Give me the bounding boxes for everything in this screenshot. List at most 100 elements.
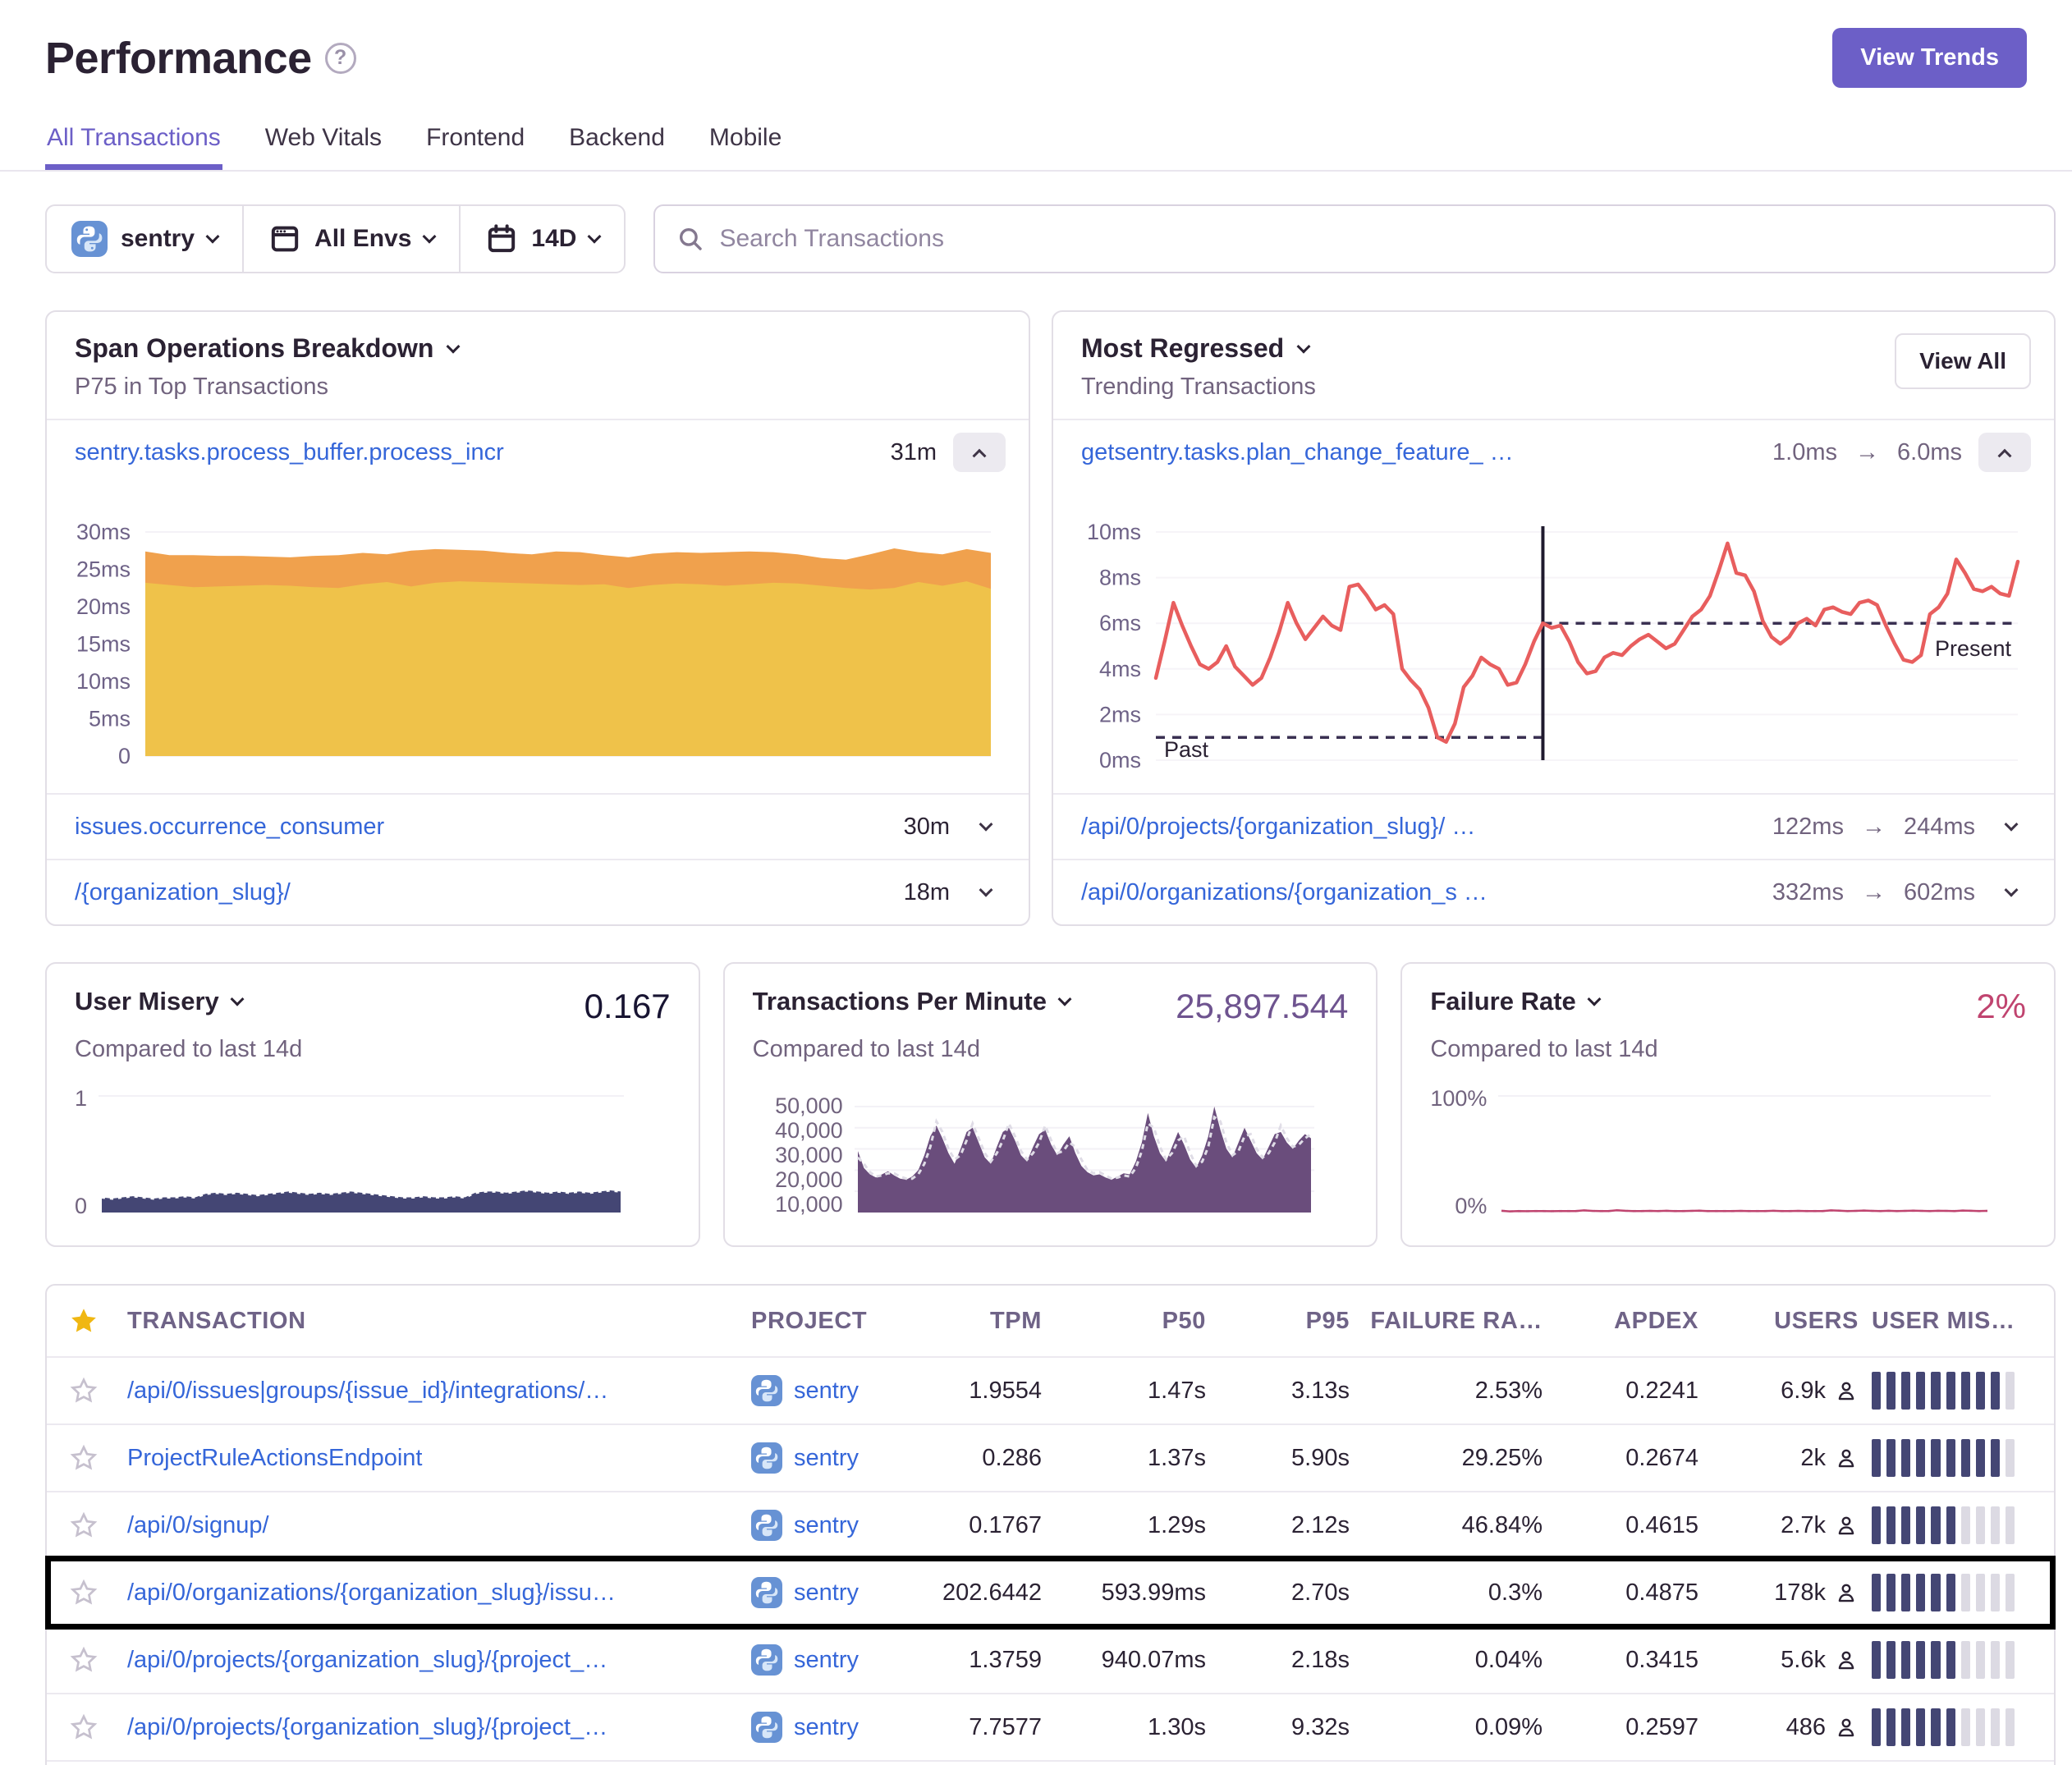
span-op-link[interactable]: /{organization_slug}/ [75, 879, 887, 906]
favorite-star-button[interactable] [47, 1578, 121, 1607]
apdex-cell: 0.4875 [1549, 1579, 1705, 1607]
svg-text:0ms: 0ms [1099, 748, 1141, 772]
span-operations-title: Span Operations Breakdown [75, 333, 433, 364]
sort-descending-icon: ↓ [2045, 1309, 2054, 1333]
y-axis-label: 40,000 [753, 1119, 843, 1143]
failure-rate-value: 2% [1976, 987, 2026, 1026]
transaction-link[interactable]: ProjectRuleActionsEndpoint [127, 1445, 422, 1471]
span-op-item: /{organization_slug}/ 18m [47, 859, 1029, 924]
most-regressed-subtitle: Trending Transactions [1081, 374, 2026, 401]
python-project-icon [71, 221, 108, 257]
most-regressed-dropdown[interactable]: Most Regressed [1081, 333, 2026, 364]
misery-bar-filled [1901, 1574, 1910, 1611]
chevron-down-icon [447, 339, 461, 353]
user-misery-dropdown[interactable]: User Misery [75, 987, 242, 1016]
project-selector-label: sentry [121, 225, 195, 253]
favorite-star-button[interactable] [47, 1376, 121, 1405]
transaction-link[interactable]: /api/0/issues|groups/{issue_id}/integrat… [127, 1378, 608, 1404]
tpm-value: 25,897.544 [1176, 987, 1348, 1026]
misery-bar-empty [1961, 1574, 1970, 1611]
help-icon[interactable]: ? [325, 43, 356, 74]
column-header-user-misery[interactable]: USER MISERY↓ [1865, 1308, 2054, 1335]
transaction-link[interactable]: /api/0/projects/{organization_slug}/{pro… [127, 1647, 607, 1673]
column-header-transaction[interactable]: TRANSACTION [121, 1308, 745, 1335]
users-count: 6.9k [1781, 1378, 1826, 1405]
tpm-panel: Transactions Per Minute 25,897.544 Compa… [723, 962, 1378, 1247]
span-op-link[interactable]: sentry.tasks.process_buffer.process_incr [75, 439, 874, 466]
charts-row: Span Operations Breakdown P75 in Top Tra… [45, 310, 2056, 926]
column-header-tpm[interactable]: TPM [913, 1308, 1048, 1335]
transaction-link[interactable]: /api/0/organizations/{organization_slug}… [127, 1579, 616, 1606]
misery-bar-filled [1916, 1574, 1925, 1611]
column-header-apdex[interactable]: APDEX [1549, 1308, 1705, 1335]
misery-bar-filled [1946, 1708, 1955, 1746]
collapse-button[interactable] [1978, 433, 2031, 472]
project-link[interactable]: sentry [794, 1445, 859, 1472]
view-all-button[interactable]: View All [1895, 333, 2031, 389]
misery-bar-filled [1872, 1372, 1881, 1410]
p95-cell: 3.13s [1212, 1378, 1356, 1405]
transaction-link[interactable]: /api/0/projects/{organization_slug}/{pro… [127, 1714, 607, 1740]
apdex-cell: 0.2674 [1549, 1445, 1705, 1472]
span-op-value: 30m [904, 814, 950, 841]
star-column-header[interactable] [47, 1306, 121, 1336]
users-count: 2k [1800, 1445, 1826, 1472]
regressed-transaction-link[interactable]: /api/0/organizations/{organization_s … [1081, 879, 1756, 906]
svg-text:30ms: 30ms [76, 520, 131, 544]
span-op-link[interactable]: issues.occurrence_consumer [75, 814, 887, 841]
table-row: /api/0/projects/{organization_slug}/{pro… [47, 1625, 2054, 1693]
failure-rate-cell: 2.53% [1356, 1378, 1549, 1405]
table-row: /api/0/organizations/{organization_slug}… [47, 1558, 2054, 1625]
tab-mobile[interactable]: Mobile [708, 114, 783, 170]
project-link[interactable]: sentry [794, 1512, 859, 1539]
project-link[interactable]: sentry [794, 1647, 859, 1674]
span-op-value: 18m [904, 879, 950, 906]
tab-frontend[interactable]: Frontend [424, 114, 526, 170]
collapse-button[interactable] [953, 433, 1006, 472]
date-range-selector[interactable]: 14D [459, 206, 624, 272]
expand-button[interactable] [966, 887, 1006, 897]
column-header-users[interactable]: USERS [1705, 1308, 1865, 1335]
regressed-transaction-link[interactable]: getsentry.tasks.plan_change_feature_ … [1081, 439, 1756, 466]
tab-web-vitals[interactable]: Web Vitals [264, 114, 383, 170]
misery-bar-empty [1976, 1506, 1985, 1544]
column-header-p50[interactable]: P50 [1048, 1308, 1212, 1335]
favorite-star-button[interactable] [47, 1645, 121, 1675]
transaction-link[interactable]: /api/0/signup/ [127, 1512, 269, 1538]
column-header-p95[interactable]: P95 [1212, 1308, 1356, 1335]
span-op-value: 31m [891, 439, 937, 466]
environment-selector[interactable]: All Envs [242, 206, 459, 272]
chevron-up-icon [973, 449, 987, 463]
expand-button[interactable] [1992, 822, 2031, 832]
y-axis-label: 10,000 [753, 1193, 843, 1217]
search-transactions-input[interactable] [719, 225, 2033, 253]
environment-selector-label: All Envs [314, 225, 411, 253]
misery-bar-filled [1931, 1641, 1940, 1679]
y-axis-label: 1 [75, 1086, 87, 1112]
favorite-star-button[interactable] [47, 1712, 121, 1742]
favorite-star-button[interactable] [47, 1511, 121, 1540]
table-row: /api/0/organizations/{organization_slug}… [47, 1760, 2054, 1765]
tab-backend[interactable]: Backend [567, 114, 667, 170]
expand-button[interactable] [1992, 887, 2031, 897]
project-selector[interactable]: sentry [47, 206, 242, 272]
expand-button[interactable] [966, 822, 1006, 832]
span-operations-dropdown[interactable]: Span Operations Breakdown [75, 333, 1001, 364]
tpm-dropdown[interactable]: Transactions Per Minute [753, 987, 1070, 1016]
project-link[interactable]: sentry [794, 1378, 859, 1405]
misery-bar-filled [1991, 1372, 2000, 1410]
column-header-failure-rate[interactable]: FAILURE RA… [1356, 1308, 1549, 1335]
view-trends-button[interactable]: View Trends [1832, 28, 2027, 88]
failure-rate-dropdown[interactable]: Failure Rate [1430, 987, 1598, 1016]
project-link[interactable]: sentry [794, 1714, 859, 1741]
favorite-star-button[interactable] [47, 1443, 121, 1473]
misery-bar-filled [1886, 1641, 1896, 1679]
regressed-transaction-link[interactable]: /api/0/projects/{organization_slug}/ … [1081, 814, 1756, 841]
misery-bar-filled [1946, 1372, 1955, 1410]
project-link[interactable]: sentry [794, 1579, 859, 1607]
misery-bar-filled [1901, 1708, 1910, 1746]
column-header-project[interactable]: PROJECT [745, 1308, 913, 1335]
filter-bar: sentry All Envs 14D [45, 204, 2056, 273]
tab-all-transactions[interactable]: All Transactions [45, 114, 222, 170]
y-axis-label: 100% [1430, 1086, 1487, 1112]
